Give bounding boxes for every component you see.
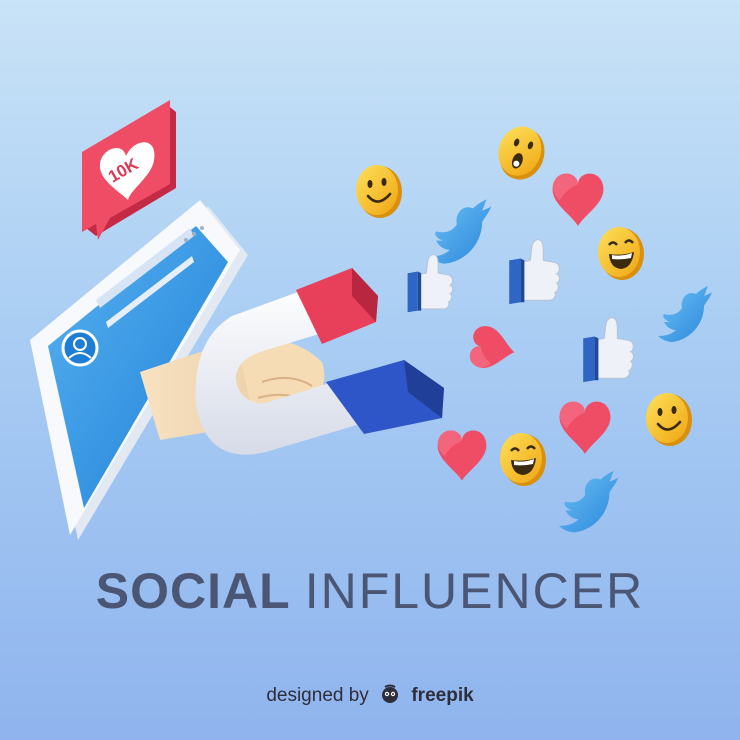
avatar-icon bbox=[61, 329, 99, 367]
freepik-logo-icon bbox=[382, 684, 399, 703]
emoji-icon bbox=[490, 120, 552, 186]
heart-icon bbox=[559, 401, 611, 454]
notification-bubble-icon: 10K bbox=[82, 100, 176, 240]
twitter-bird-icon bbox=[658, 286, 712, 342]
headline-bold: SOCIAL bbox=[95, 563, 291, 619]
twitter-bird-icon bbox=[558, 470, 619, 533]
emoji-icon bbox=[644, 391, 694, 448]
headline-light: INFLUENCER bbox=[304, 563, 645, 619]
heart-icon bbox=[468, 324, 518, 374]
emoji-icon bbox=[596, 225, 646, 282]
social-influencer-illustration: 10K SOCIAL INFLUENCER designed by freepi… bbox=[0, 0, 740, 740]
heart-icon bbox=[437, 430, 487, 481]
emoji-icon bbox=[498, 431, 548, 488]
twitter-bird-icon bbox=[429, 199, 492, 264]
designer-credit: designed by freepik bbox=[0, 684, 740, 708]
emoji-icon bbox=[354, 163, 404, 220]
heart-icon bbox=[552, 173, 604, 226]
illustration-scene: 10K bbox=[30, 100, 712, 540]
thumbs-up-icon bbox=[508, 238, 561, 305]
credit-brand: freepik bbox=[411, 685, 474, 706]
credit-prefix: designed by bbox=[266, 685, 369, 706]
headline: SOCIAL INFLUENCER bbox=[0, 566, 740, 616]
thumbs-up-icon bbox=[582, 316, 635, 383]
